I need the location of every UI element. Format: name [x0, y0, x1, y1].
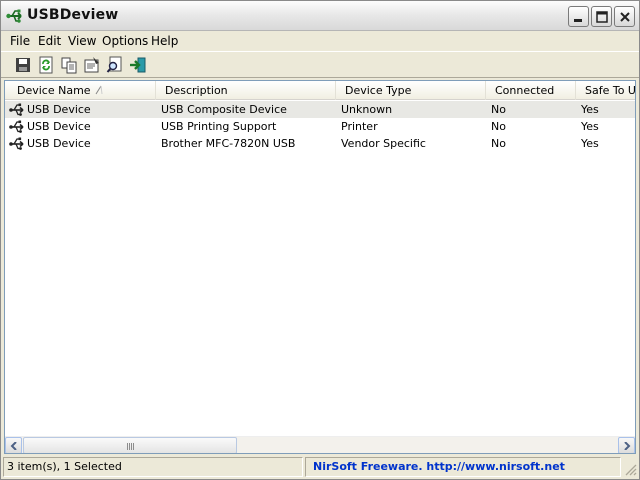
- arrow-right-icon: [624, 442, 631, 450]
- cell-device-type: Vendor Specific: [341, 137, 426, 150]
- scroll-left-button[interactable]: [5, 437, 22, 453]
- save-button[interactable]: [13, 55, 33, 75]
- cell-device-type: Unknown: [341, 103, 393, 116]
- usb-icon: [6, 9, 22, 23]
- cell-description: USB Composite Device: [161, 103, 287, 116]
- menu-edit[interactable]: Edit: [38, 34, 61, 48]
- toolbar: [1, 51, 639, 78]
- refresh-icon: [39, 56, 53, 74]
- status-bar: 3 item(s), 1 Selected NirSoft Freeware. …: [1, 456, 639, 479]
- cell-device-name: USB Device: [27, 137, 91, 150]
- cell-safe-to-unplug: Yes: [581, 103, 599, 116]
- horizontal-scrollbar[interactable]: [5, 436, 635, 453]
- sort-ascending-icon: [95, 85, 103, 95]
- status-item-count: 3 item(s), 1 Selected: [3, 457, 303, 477]
- device-list[interactable]: Device Name Description Device Type Conn…: [4, 80, 636, 454]
- close-button[interactable]: [614, 6, 635, 27]
- maximize-button[interactable]: [591, 6, 612, 27]
- find-button[interactable]: [105, 55, 125, 75]
- refresh-button[interactable]: [36, 55, 56, 75]
- usb-device-icon: [9, 103, 24, 116]
- column-device-name[interactable]: Device Name: [5, 81, 156, 100]
- cell-connected: No: [491, 137, 506, 150]
- find-icon: [106, 56, 122, 73]
- list-header: Device Name Description Device Type Conn…: [5, 81, 635, 100]
- table-row[interactable]: USB Device USB Printing Support Printer …: [5, 118, 635, 135]
- cell-connected: No: [491, 103, 506, 116]
- usb-device-icon: [9, 137, 24, 150]
- cell-connected: No: [491, 120, 506, 133]
- menu-help[interactable]: Help: [151, 34, 178, 48]
- copy-button[interactable]: [59, 55, 79, 75]
- menu-bar: File Edit View Options Help: [1, 31, 639, 51]
- minimize-icon: [574, 19, 582, 22]
- cell-device-name: USB Device: [27, 103, 91, 116]
- menu-view[interactable]: View: [68, 34, 96, 48]
- scroll-thumb[interactable]: [23, 437, 237, 453]
- maximize-icon: [596, 11, 608, 23]
- cell-device-name: USB Device: [27, 120, 91, 133]
- column-device-type[interactable]: Device Type: [336, 81, 486, 100]
- cell-description: USB Printing Support: [161, 120, 277, 133]
- column-connected[interactable]: Connected: [486, 81, 576, 100]
- minimize-button[interactable]: [568, 6, 589, 27]
- exit-icon: [130, 57, 146, 73]
- resize-grip-icon[interactable]: [623, 462, 637, 476]
- table-row[interactable]: USB Device Brother MFC-7820N USB Vendor …: [5, 135, 635, 152]
- column-safe-to-unplug[interactable]: Safe To Unplug: [576, 81, 635, 100]
- cell-device-type: Printer: [341, 120, 378, 133]
- table-row[interactable]: USB Device USB Composite Device Unknown …: [5, 101, 635, 118]
- save-icon: [16, 58, 30, 72]
- scroll-grip: [127, 443, 135, 450]
- column-device-name-label: Device Name: [17, 84, 91, 97]
- menu-file[interactable]: File: [10, 34, 30, 48]
- properties-icon: [84, 57, 99, 73]
- cell-safe-to-unplug: Yes: [581, 120, 599, 133]
- close-icon: [620, 12, 630, 22]
- nirsoft-link[interactable]: NirSoft Freeware. http://www.nirsoft.net: [305, 457, 621, 477]
- usb-device-icon: [9, 120, 24, 133]
- cell-safe-to-unplug: Yes: [581, 137, 599, 150]
- cell-description: Brother MFC-7820N USB: [161, 137, 296, 150]
- scroll-right-button[interactable]: [618, 437, 635, 453]
- properties-button[interactable]: [82, 55, 102, 75]
- arrow-left-icon: [10, 442, 17, 450]
- menu-options[interactable]: Options: [102, 34, 148, 48]
- title-bar[interactable]: USBDeview: [1, 1, 639, 31]
- window-title: USBDeview: [27, 7, 119, 23]
- main-window: USBDeview File Edit View Options Help De…: [0, 0, 640, 480]
- copy-icon: [61, 57, 77, 74]
- column-description[interactable]: Description: [156, 81, 336, 100]
- exit-button[interactable]: [128, 55, 148, 75]
